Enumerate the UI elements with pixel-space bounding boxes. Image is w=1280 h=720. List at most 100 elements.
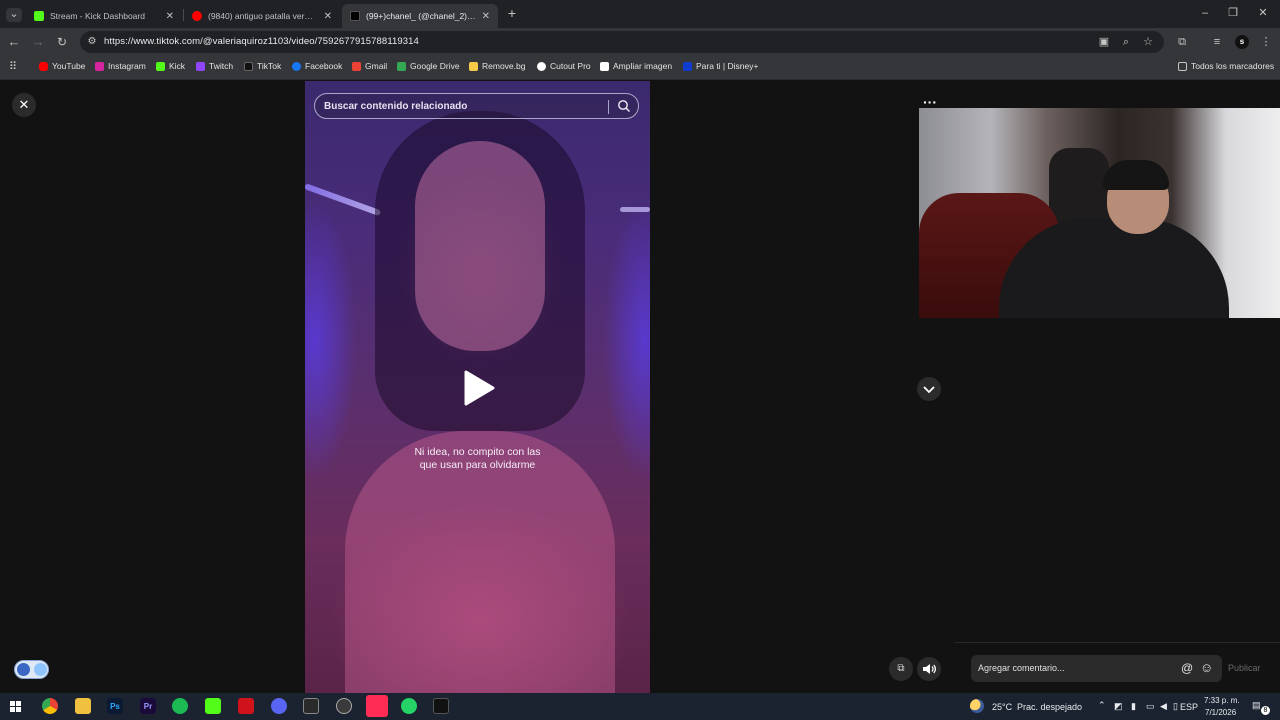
publish-button[interactable]: Publicar (1228, 663, 1261, 673)
tiktok-icon (244, 61, 253, 71)
address-bar[interactable]: ⚙ https://www.tiktok.com/@valeriaquiroz1… (80, 31, 1164, 53)
close-tab-icon[interactable]: ✕ (324, 11, 332, 22)
all-bookmarks-folder[interactable]: Todos los marcadores (1178, 61, 1274, 71)
tiktok-live-icon[interactable] (366, 695, 388, 717)
language-indicator[interactable]: ESP (1180, 702, 1198, 712)
windows-start-icon[interactable] (10, 701, 21, 712)
bookmark-disney-plus[interactable]: Para ti | Disney+ (683, 61, 758, 71)
bookmark-kick[interactable]: Kick (156, 61, 185, 71)
weather-icon[interactable] (970, 699, 984, 713)
comment-input[interactable]: Agregar comentario... @ ☺ (971, 655, 1222, 682)
audio-app-icon[interactable] (303, 698, 319, 714)
volume-icon[interactable] (917, 657, 941, 681)
notifications-icon[interactable]: ▤ (1252, 700, 1261, 711)
menu-kebab-icon[interactable]: ⋮ (1259, 36, 1273, 48)
bookmark-google-drive[interactable]: Google Drive (397, 61, 460, 71)
bookmark-label: Gmail (365, 61, 388, 71)
bookmark-instagram[interactable]: Instagram (95, 61, 146, 71)
bookmark-remove-bg[interactable]: Remove.bg (469, 61, 525, 71)
speaker-icon[interactable]: ◀ (1160, 701, 1167, 712)
close-video-button[interactable]: ✕ (12, 93, 36, 117)
led-strip-left (305, 183, 382, 217)
site-info-icon[interactable]: ⚙ (85, 36, 99, 48)
whatsapp-icon[interactable] (401, 698, 417, 714)
zoom-icon[interactable]: ⌕ (1119, 36, 1133, 48)
bookmark-label: Ampliar imagen (613, 61, 673, 71)
tab-tiktok-active[interactable]: (99+)chanel_ (@chanel_2) | TikTok ✕ (342, 4, 498, 28)
bookmark-label: Facebook (305, 61, 343, 71)
spotify-icon[interactable] (172, 698, 188, 714)
network-icon[interactable]: ▭ (1146, 701, 1155, 712)
bookmark-ampliar-imagen[interactable]: Ampliar imagen (600, 61, 672, 71)
weather-temp[interactable]: 25°C (992, 702, 1012, 712)
tray-app-icon[interactable]: ◩ (1114, 701, 1123, 712)
bookmark-cutout-pro[interactable]: Cutout Pro (537, 61, 591, 71)
profile-avatar[interactable]: s (1235, 35, 1249, 49)
bookmark-label: Para ti | Disney+ (696, 61, 759, 71)
chrome-icon[interactable] (42, 698, 58, 714)
battery-icon[interactable]: ▯ (1173, 701, 1178, 712)
webcam-overlay (919, 108, 1280, 318)
close-tab-icon[interactable]: ✕ (166, 11, 174, 22)
youtube-favicon-icon (192, 11, 202, 21)
kick-favicon-icon (34, 11, 44, 21)
search-icon[interactable] (617, 99, 631, 113)
video-player[interactable]: Buscar contenido relacionado Ni idea, no… (305, 81, 650, 693)
install-app-icon[interactable]: ▣ (1097, 36, 1111, 48)
back-arrow-icon[interactable]: ← (7, 35, 21, 48)
discord-icon[interactable] (271, 698, 287, 714)
related-content-search[interactable]: Buscar contenido relacionado (314, 93, 639, 119)
reload-icon[interactable]: ↻ (55, 36, 69, 48)
bookmark-gmail[interactable]: Gmail (352, 61, 387, 71)
url-text[interactable]: https://www.tiktok.com/@valeriaquiroz110… (104, 36, 419, 47)
photoshop-icon[interactable]: Ps (107, 698, 123, 714)
bookmark-facebook[interactable]: Facebook (292, 61, 342, 71)
bookmark-twitch[interactable]: Twitch (196, 61, 233, 71)
next-video-button[interactable] (917, 377, 941, 401)
bookmark-label: Remove.bg (482, 61, 526, 71)
clock-time[interactable]: 7:33 p. m. (1204, 696, 1240, 705)
emoji-icon[interactable]: ☺ (1200, 660, 1213, 675)
bookmark-label: Google Drive (410, 61, 460, 71)
media-controls-icon[interactable]: ≡ (1210, 36, 1224, 48)
tab-kick-dashboard[interactable]: Stream - Kick Dashboard ✕ (26, 4, 182, 28)
premiere-icon[interactable]: Pr (140, 698, 156, 714)
restore-icon[interactable]: ❐ (1226, 7, 1240, 19)
bookmark-label: Twitch (209, 61, 234, 71)
extensions-icon[interactable]: ⧉ (1175, 36, 1189, 48)
bookmark-label: Kick (169, 61, 186, 71)
kick-app-icon[interactable] (205, 698, 221, 714)
file-explorer-icon[interactable] (75, 698, 91, 714)
tiktok-favicon-icon (350, 11, 360, 21)
minimize-icon[interactable]: – (1198, 7, 1212, 19)
bookmark-star-icon[interactable]: ☆ (1141, 36, 1155, 48)
obs-icon[interactable] (336, 698, 352, 714)
browser-toolbar: ← → ↻ ⚙ https://www.tiktok.com/@valeriaq… (0, 28, 1280, 56)
microphone-icon[interactable]: ▮ (1131, 701, 1136, 712)
bookmark-youtube[interactable]: YouTube (39, 61, 85, 71)
close-window-icon[interactable]: ✕ (1256, 7, 1270, 19)
gmail-icon (352, 61, 361, 71)
folder-icon (1178, 61, 1187, 71)
bookmark-tiktok[interactable]: TikTok (244, 61, 281, 71)
tab-youtube[interactable]: (9840) antiguo patalla verde - YouTube ✕ (184, 4, 340, 28)
tiktok-app-icon[interactable] (433, 698, 449, 714)
extension-toggle[interactable] (14, 660, 49, 679)
mention-icon[interactable]: @ (1181, 661, 1193, 675)
show-hidden-icons-chevron-icon[interactable]: ⌃ (1098, 700, 1106, 711)
tab-title: (9840) antiguo patalla verde - YouTube (208, 11, 318, 21)
apps-grid-icon[interactable]: ⠿ (6, 61, 20, 73)
caption-line: que usan para olvidarme (419, 459, 536, 471)
red-app-icon[interactable] (238, 698, 254, 714)
screen-mirror-icon[interactable]: ⧉ (889, 657, 913, 681)
weather-description[interactable]: Prac. despejado (1017, 702, 1082, 712)
bookmark-label: Cutout Pro (550, 61, 591, 71)
bookmarks-bar: ⠿ YouTube Instagram Kick Twitch TikTok F… (0, 56, 1280, 80)
webcam-cap-shape (1103, 160, 1169, 190)
close-tab-icon[interactable]: ✕ (482, 11, 490, 22)
tab-search-icon[interactable]: ⌄ (6, 8, 22, 22)
forward-arrow-icon[interactable]: → (31, 35, 45, 48)
new-tab-plus-icon[interactable]: + (505, 6, 519, 20)
clock-date[interactable]: 7/1/2026 (1205, 708, 1236, 717)
play-icon[interactable] (462, 369, 496, 407)
